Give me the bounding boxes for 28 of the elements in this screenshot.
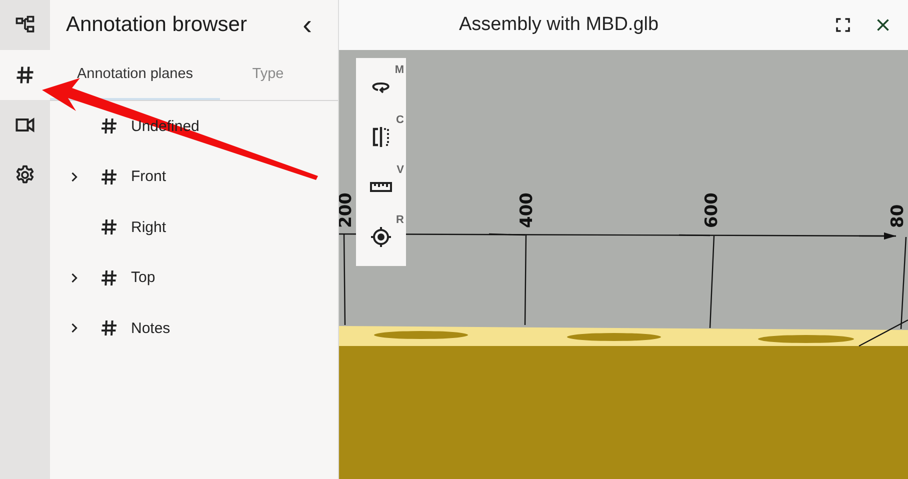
shortcut-key: V <box>396 164 404 176</box>
tree-item-label[interactable]: Notes <box>131 320 170 337</box>
hash-icon <box>14 64 36 86</box>
hash-icon <box>99 116 119 136</box>
hash-icon <box>99 268 119 288</box>
shortcut-key: C <box>396 114 404 126</box>
settings-icon <box>14 164 36 186</box>
shortcut-key: M <box>394 64 404 76</box>
file-title: Assembly with MBD.glb <box>459 14 659 36</box>
tool-button[interactable]: C <box>356 112 406 162</box>
tool-button[interactable]: M <box>356 62 406 112</box>
rail-tab[interactable] <box>0 50 50 100</box>
tool-button[interactable]: V <box>356 162 406 212</box>
dimension-label: 600 <box>702 192 722 228</box>
dimension-label: 80 <box>888 204 908 228</box>
hash-icon <box>99 217 119 238</box>
tree-item-label[interactable]: Top <box>131 269 156 286</box>
dimension-label: 400 <box>517 192 537 228</box>
tree-item-label[interactable]: Front <box>131 168 166 186</box>
fullscreen-icon <box>834 16 852 34</box>
target-icon <box>369 225 393 249</box>
hash-icon <box>99 166 119 187</box>
panel-title: Annotation browser <box>66 13 247 37</box>
hash-icon <box>99 318 119 338</box>
shortcut-key: R <box>396 214 404 226</box>
tree-item-label[interactable]: Right <box>131 218 166 236</box>
collapse-button[interactable]: ‹ <box>300 13 314 37</box>
tool-button[interactable]: R <box>356 212 406 262</box>
